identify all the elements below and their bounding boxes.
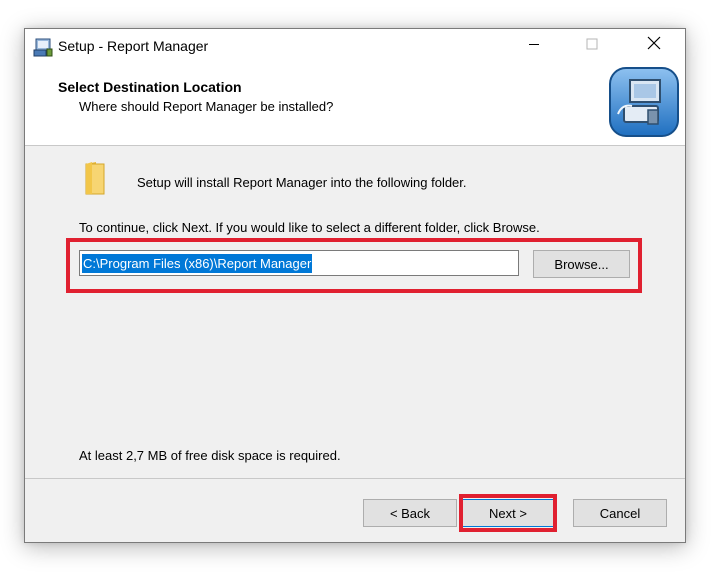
page-subtitle: Where should Report Manager be installed…: [79, 99, 334, 114]
close-button[interactable]: [631, 29, 677, 62]
setup-window: Setup - Report Manager Select Destinatio…: [24, 28, 686, 543]
destination-path-input[interactable]: C:\Program Files (x86)\Report Manager: [79, 250, 519, 276]
minimize-icon: [528, 37, 540, 55]
maximize-icon: [586, 37, 598, 55]
wizard-header: Select Destination Location Where should…: [25, 62, 685, 146]
next-button[interactable]: Next >: [461, 499, 555, 527]
instruction-text: To continue, click Next. If you would li…: [79, 220, 540, 235]
computer-install-icon: [608, 66, 680, 138]
page-title: Select Destination Location: [58, 79, 242, 95]
path-selected-text: C:\Program Files (x86)\Report Manager: [82, 253, 313, 273]
cancel-button[interactable]: Cancel: [573, 499, 667, 527]
folder-icon: [82, 160, 108, 196]
disk-space-text: At least 2,7 MB of free disk space is re…: [79, 448, 341, 463]
browse-button[interactable]: Browse...: [533, 250, 630, 278]
window-title: Setup - Report Manager: [58, 38, 209, 54]
back-button[interactable]: < Back: [363, 499, 457, 527]
minimize-button[interactable]: [511, 29, 557, 62]
close-icon: [647, 36, 661, 55]
intro-text: Setup will install Report Manager into t…: [137, 175, 467, 190]
footer-divider: [25, 478, 685, 479]
setup-app-icon: [33, 37, 53, 57]
titlebar[interactable]: Setup - Report Manager: [25, 29, 685, 62]
maximize-button[interactable]: [569, 29, 615, 62]
